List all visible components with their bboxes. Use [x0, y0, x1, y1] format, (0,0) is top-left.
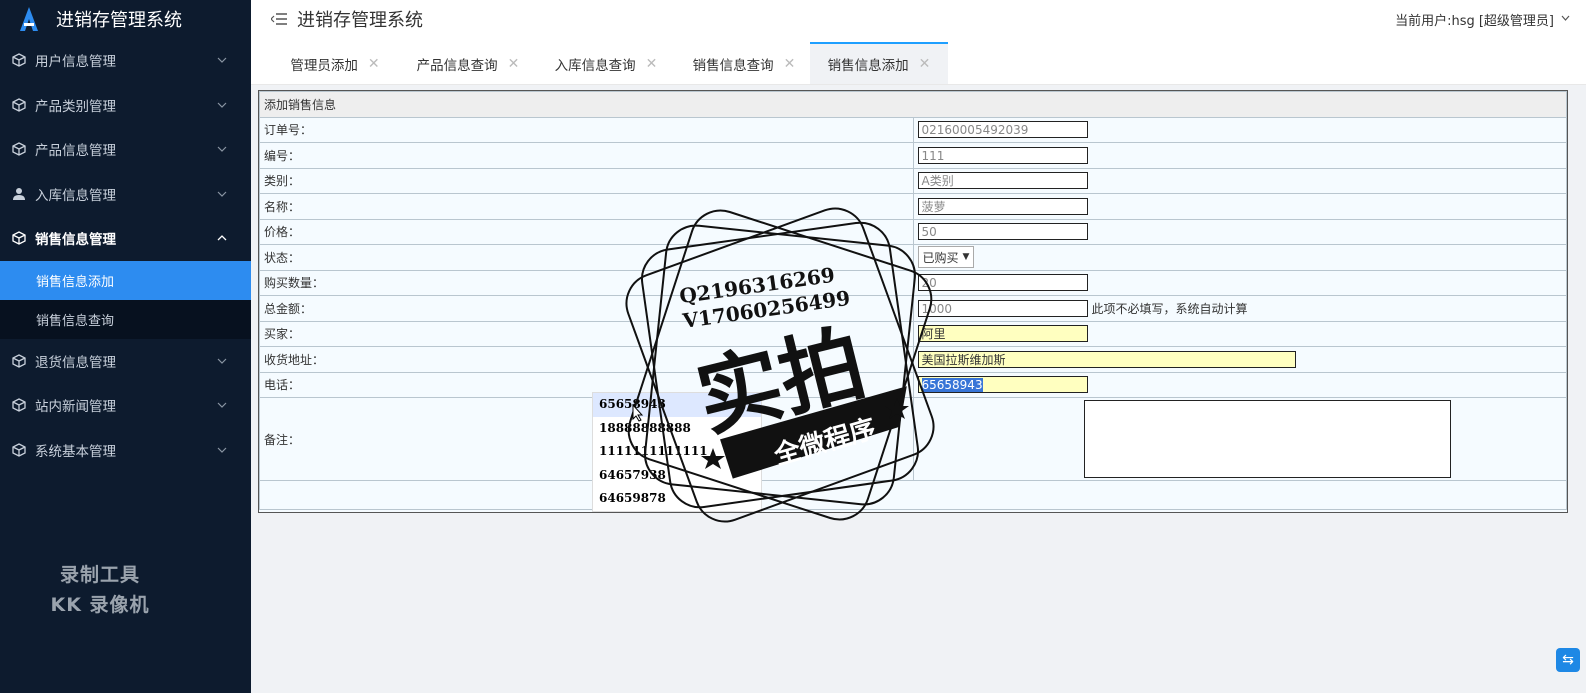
- cube-icon: [12, 53, 26, 67]
- close-icon[interactable]: ✕: [368, 56, 380, 72]
- sidebar-item-label: 产品类别管理: [35, 98, 116, 115]
- sidebar-item-system[interactable]: 系统基本管理: [0, 428, 251, 473]
- chevron-down-icon: ▼: [962, 252, 970, 263]
- floating-helper-icon[interactable]: ⇆: [1556, 648, 1580, 672]
- remark-textarea[interactable]: [1083, 400, 1451, 478]
- tab-bar: 管理员添加 ✕ 产品信息查询 ✕ 入库信息查询 ✕ 销售信息查询 ✕ 销售信息添加 ✕: [251, 38, 1586, 85]
- tab-label: 销售信息查询: [692, 58, 774, 74]
- page-title: 进销存管理系统: [297, 10, 423, 31]
- tab-label: 销售信息添加: [827, 58, 909, 74]
- cube-icon: [12, 354, 26, 368]
- sidebar-item-user-info[interactable]: 用户信息管理: [0, 38, 251, 83]
- sidebar-item-stock-in[interactable]: 入库信息管理: [0, 172, 251, 217]
- sidebar-subitem-label: 销售信息查询: [36, 313, 115, 329]
- user-icon: [13, 187, 25, 200]
- order-no-input[interactable]: 02160005492039: [917, 121, 1088, 139]
- sidebar-item-label: 系统基本管理: [35, 443, 116, 460]
- sidebar-item-label: 产品信息管理: [35, 143, 116, 160]
- chevron-down-icon: [217, 447, 227, 453]
- tab-label: 管理员添加: [290, 58, 358, 74]
- sidebar-item-label: 站内新闻管理: [35, 399, 116, 416]
- address-input[interactable]: 美国拉斯维加斯: [917, 350, 1296, 368]
- chevron-up-icon: [217, 235, 227, 241]
- chevron-down-icon: [217, 402, 227, 409]
- field-label: 类别：: [259, 167, 914, 194]
- chevron-down-icon: [217, 102, 227, 108]
- sidebar-item-label: 销售信息管理: [35, 232, 116, 249]
- close-icon[interactable]: ✕: [646, 56, 658, 72]
- cube-icon: [12, 231, 26, 245]
- chevron-down-icon: [217, 358, 227, 364]
- field-label: 编号：: [259, 142, 914, 169]
- photo-stamp-watermark: Q2196316269 V17060256499 实拍 全微程序: [625, 207, 935, 523]
- cube-icon: [12, 142, 26, 156]
- app-logo: 进销存管理系统: [0, 0, 251, 38]
- sidebar-item-sales[interactable]: 销售信息管理: [0, 216, 251, 261]
- chevron-down-icon: [217, 146, 227, 153]
- sidebar-item-category[interactable]: 产品类别管理: [0, 83, 251, 128]
- sidebar-item-label: 入库信息管理: [35, 187, 116, 204]
- chevron-down-icon: [217, 191, 227, 197]
- watermark-line: 录制工具: [59, 564, 140, 586]
- cube-icon: [12, 98, 26, 112]
- watermark-line: KK 录像机: [50, 594, 150, 616]
- category-input[interactable]: A类别: [917, 172, 1088, 190]
- current-user[interactable]: 当前用户:hsg [超级管理员]: [1395, 10, 1554, 29]
- sidebar-item-label: 退货信息管理: [35, 354, 116, 371]
- chevron-down-icon[interactable]: [1561, 15, 1570, 21]
- tab-product-query[interactable]: 产品信息查询 ✕: [399, 44, 537, 84]
- app-title: 进销存管理系统: [56, 10, 182, 31]
- code-input[interactable]: 111: [917, 146, 1088, 164]
- tab-label: 产品信息查询: [416, 58, 498, 74]
- tab-sales-add[interactable]: 销售信息添加 ✕: [810, 42, 948, 84]
- total-tip: 此项不必填写，系统自动计算: [1091, 301, 1248, 316]
- chevron-down-icon: [217, 57, 227, 64]
- cube-icon: [12, 398, 26, 412]
- sidebar-subitem-label: 销售信息添加: [36, 274, 115, 290]
- close-icon[interactable]: ✕: [508, 56, 520, 72]
- tab-sales-query[interactable]: 销售信息查询 ✕: [675, 44, 813, 84]
- sidebar-item-label: 用户信息管理: [35, 54, 116, 71]
- top-header: 进销存管理系统 当前用户:hsg [超级管理员]: [251, 0, 1586, 38]
- menu-toggle-icon[interactable]: [271, 12, 287, 26]
- sidebar-item-returns[interactable]: 退货信息管理: [0, 339, 251, 384]
- logo-icon: [20, 7, 38, 31]
- form-caption: 添加销售信息: [259, 91, 1567, 118]
- mouse-cursor-icon: [632, 404, 644, 422]
- sidebar-item-news[interactable]: 站内新闻管理: [0, 383, 251, 428]
- close-icon[interactable]: ✕: [784, 56, 796, 72]
- close-icon[interactable]: ✕: [919, 56, 931, 72]
- tab-label: 入库信息查询: [554, 58, 636, 74]
- field-label: 订单号：: [259, 116, 914, 143]
- sidebar: 进销存管理系统 用户信息管理 产品类别管理 产品信息管理 入库信息管理 销售信息…: [0, 0, 251, 693]
- sidebar-subitem-sales-add[interactable]: 销售信息添加: [0, 260, 251, 300]
- tab-stock-in-query[interactable]: 入库信息查询 ✕: [537, 44, 675, 84]
- star-icon: [701, 448, 725, 469]
- sidebar-item-product-info[interactable]: 产品信息管理: [0, 127, 251, 172]
- recorder-watermark: 录制工具 KK 录像机: [30, 560, 170, 620]
- tab-admin-add[interactable]: 管理员添加 ✕: [271, 44, 399, 84]
- sidebar-subitem-sales-query[interactable]: 销售信息查询: [0, 299, 251, 339]
- cube-icon: [12, 443, 26, 457]
